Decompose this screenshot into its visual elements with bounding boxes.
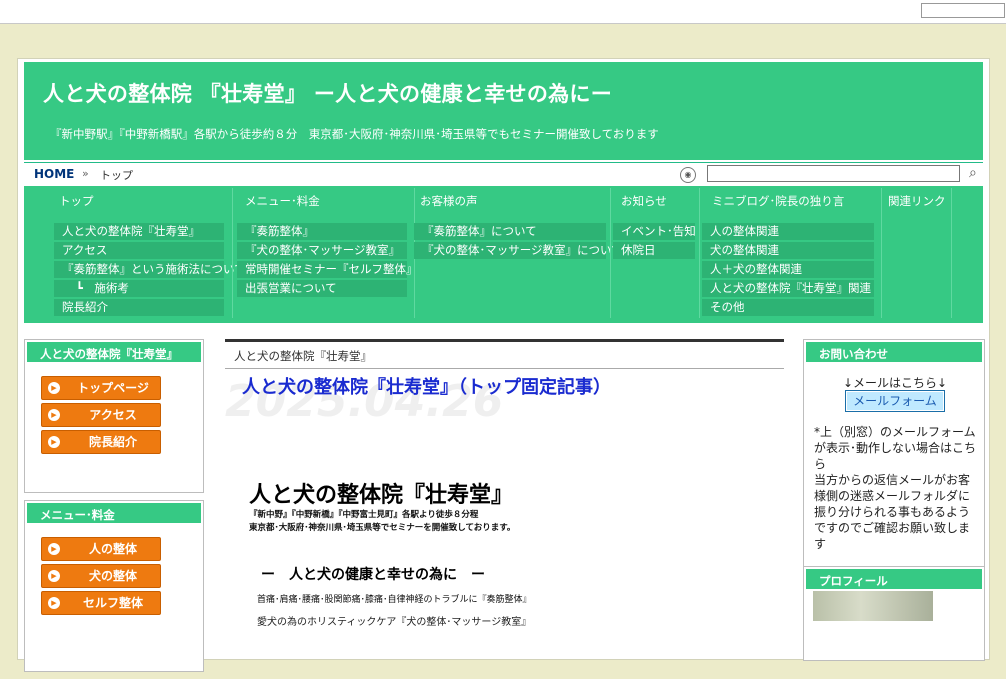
button-label: 院長紹介 xyxy=(88,435,137,449)
top-page-button[interactable]: ▶ トップページ xyxy=(41,376,161,400)
play-icon: ▶ xyxy=(48,409,60,421)
global-nav: トップ 人と犬の整体院『壮寿堂』 アクセス 『奏筋整体』という施術法について ┗… xyxy=(24,186,983,323)
nav-head-voice[interactable]: お客様の声 xyxy=(420,193,478,209)
right-box-contact: お問い合わせ ↓メールはこちら↓ メールフォーム *上（別窓）のメールフォームが… xyxy=(803,339,985,568)
nav-head-blog[interactable]: ミニブログ･院長の独り言 xyxy=(712,193,844,209)
nav-divider xyxy=(881,188,882,318)
button-label: 人の整体 xyxy=(88,542,137,556)
access-button[interactable]: ▶ アクセス xyxy=(41,403,161,427)
breadcrumb-current: トップ xyxy=(100,169,133,182)
nav-head-links[interactable]: 関連リンク xyxy=(888,193,946,209)
nav-item[interactable]: 休院日 xyxy=(613,242,695,259)
nav-divider xyxy=(699,188,700,318)
button-label: トップページ xyxy=(77,381,149,395)
profile-photo xyxy=(813,591,933,621)
nav-item[interactable]: イベント･告知 xyxy=(613,223,696,240)
category-label[interactable]: 人と犬の整体院『壮寿堂』 xyxy=(234,348,372,364)
mail-fallback-text[interactable]: *上（別窓）のメールフォームが表示･動作しない場合はこちら xyxy=(814,424,978,472)
left-box-menu: メニュー･料金 ▶ 人の整体 ▶ 犬の整体 ▶ セルフ整体 xyxy=(24,500,204,672)
button-label: 犬の整体 xyxy=(88,569,137,583)
nav-item[interactable]: 『犬の整体･マッサージ教室』 xyxy=(237,242,407,259)
breadcrumb-separator: » xyxy=(82,167,89,180)
nav-item[interactable]: 常時開催セミナー『セルフ整体』 xyxy=(237,261,418,278)
site-header: 人と犬の整体院 『壮寿堂』 ー人と犬の健康と幸せの為にー 『新中野駅』『中野新橋… xyxy=(24,62,983,160)
play-icon: ▶ xyxy=(48,570,60,582)
mail-form-button[interactable]: メールフォーム xyxy=(845,390,945,412)
contact-head: お問い合わせ xyxy=(804,340,984,364)
human-seitai-button[interactable]: ▶ 人の整体 xyxy=(41,537,161,561)
play-icon: ▶ xyxy=(48,543,60,555)
search-icon[interactable]: ⌕ xyxy=(969,165,977,181)
main-content: 人と犬の整体院『壮寿堂』 2025.04.26 人と犬の整体院『壮寿堂』（トップ… xyxy=(225,339,784,679)
nav-item[interactable]: 『奏筋整体』 xyxy=(237,223,407,240)
play-icon: ▶ xyxy=(48,382,60,394)
nav-item[interactable]: 人の整体関連 xyxy=(702,223,874,240)
top-search-input[interactable] xyxy=(921,3,1005,18)
mail-note: ↓メールはこちら↓ xyxy=(842,376,948,390)
play-icon: ▶ xyxy=(48,436,60,448)
article-title: 人と犬の整体院『壮寿堂』 xyxy=(249,483,514,508)
left-box-menu-head: メニュー･料金 xyxy=(25,501,203,525)
nav-item[interactable]: 人と犬の整体院『壮寿堂』 xyxy=(54,223,224,240)
profile-head: プロフィール xyxy=(804,567,984,591)
nav-head-top[interactable]: トップ xyxy=(59,193,94,209)
site-subtitle: 『新中野駅』『中野新橋駅』各駅から徒歩約８分 東京都･大阪府･神奈川県･埼玉県等… xyxy=(50,127,659,141)
category-heading: 人と犬の整体院『壮寿堂』 xyxy=(225,339,784,369)
article-subtitle: ー 人と犬の健康と幸せの為に ー xyxy=(261,567,485,583)
post-title[interactable]: 人と犬の整体院『壮寿堂』（トップ固定記事） xyxy=(242,373,611,399)
nav-item[interactable]: 犬の整体関連 xyxy=(702,242,874,259)
nav-item[interactable]: 出張営業について xyxy=(237,280,407,297)
nav-item[interactable]: アクセス xyxy=(54,242,224,259)
right-box-profile: プロフィール xyxy=(803,566,985,661)
dog-seitai-button[interactable]: ▶ 犬の整体 xyxy=(41,564,161,588)
nav-item[interactable]: 人と犬の整体院『壮寿堂』関連 xyxy=(702,280,874,297)
nav-item[interactable]: 院長紹介 xyxy=(54,299,224,316)
nav-divider xyxy=(610,188,611,318)
site-title[interactable]: 人と犬の整体院 『壮寿堂』 ー人と犬の健康と幸せの為にー xyxy=(43,78,612,108)
nav-divider xyxy=(951,188,952,318)
play-icon: ▶ xyxy=(48,597,60,609)
breadcrumb: HOME » トップ ◉ ⌕ xyxy=(24,162,983,187)
breadcrumb-home-link[interactable]: HOME xyxy=(34,167,74,181)
browser-top-bar xyxy=(0,0,1006,24)
left-box-shop: 人と犬の整体院『壮寿堂』 ▶ トップページ ▶ アクセス ▶ 院長紹介 xyxy=(24,339,204,493)
nav-item[interactable]: その他 xyxy=(702,299,874,316)
nav-item[interactable]: 『奏筋整体』について xyxy=(414,223,606,240)
symptoms-line: 首痛･肩痛･腰痛･股関節痛･膝痛･自律神経のトラブルに『奏筋整体』 xyxy=(257,595,532,605)
self-seitai-button[interactable]: ▶ セルフ整体 xyxy=(41,591,161,615)
site-search-input[interactable] xyxy=(707,165,960,182)
nav-head-menu[interactable]: メニュー･料金 xyxy=(245,193,320,209)
spam-notice-text: 当方からの返信メールがお客様側の迷惑メールフォルダに振り分けられる事もあるようで… xyxy=(814,473,971,551)
seminar-line: 東京都･大阪府･神奈川県･埼玉県等でセミナーを開催致しております。 xyxy=(249,523,516,533)
nav-head-news[interactable]: お知らせ xyxy=(621,193,667,209)
page-container: 人と犬の整体院 『壮寿堂』 ー人と犬の健康と幸せの為にー 『新中野駅』『中野新橋… xyxy=(17,58,990,672)
nav-item[interactable]: ┗ 施術考 xyxy=(54,280,224,297)
nav-divider xyxy=(232,188,233,318)
left-box-shop-head: 人と犬の整体院『壮寿堂』 xyxy=(25,340,203,364)
access-line: 『新中野』『中野新橋』『中野富士見町』各駅より徒歩８分程 xyxy=(249,510,479,520)
dog-class-line: 愛犬の為のホリスティックケア『犬の整体･マッサージ教室』 xyxy=(257,617,532,628)
nav-item[interactable]: 『奏筋整体』という施術法について xyxy=(54,261,246,278)
rss-icon[interactable]: ◉ xyxy=(680,167,696,183)
director-button[interactable]: ▶ 院長紹介 xyxy=(41,430,161,454)
nav-item[interactable]: 『犬の整体･マッサージ教室』について xyxy=(414,242,623,259)
button-label: セルフ整体 xyxy=(82,596,143,610)
nav-item[interactable]: 人＋犬の整体関連 xyxy=(702,261,874,278)
button-label: アクセス xyxy=(89,408,137,422)
